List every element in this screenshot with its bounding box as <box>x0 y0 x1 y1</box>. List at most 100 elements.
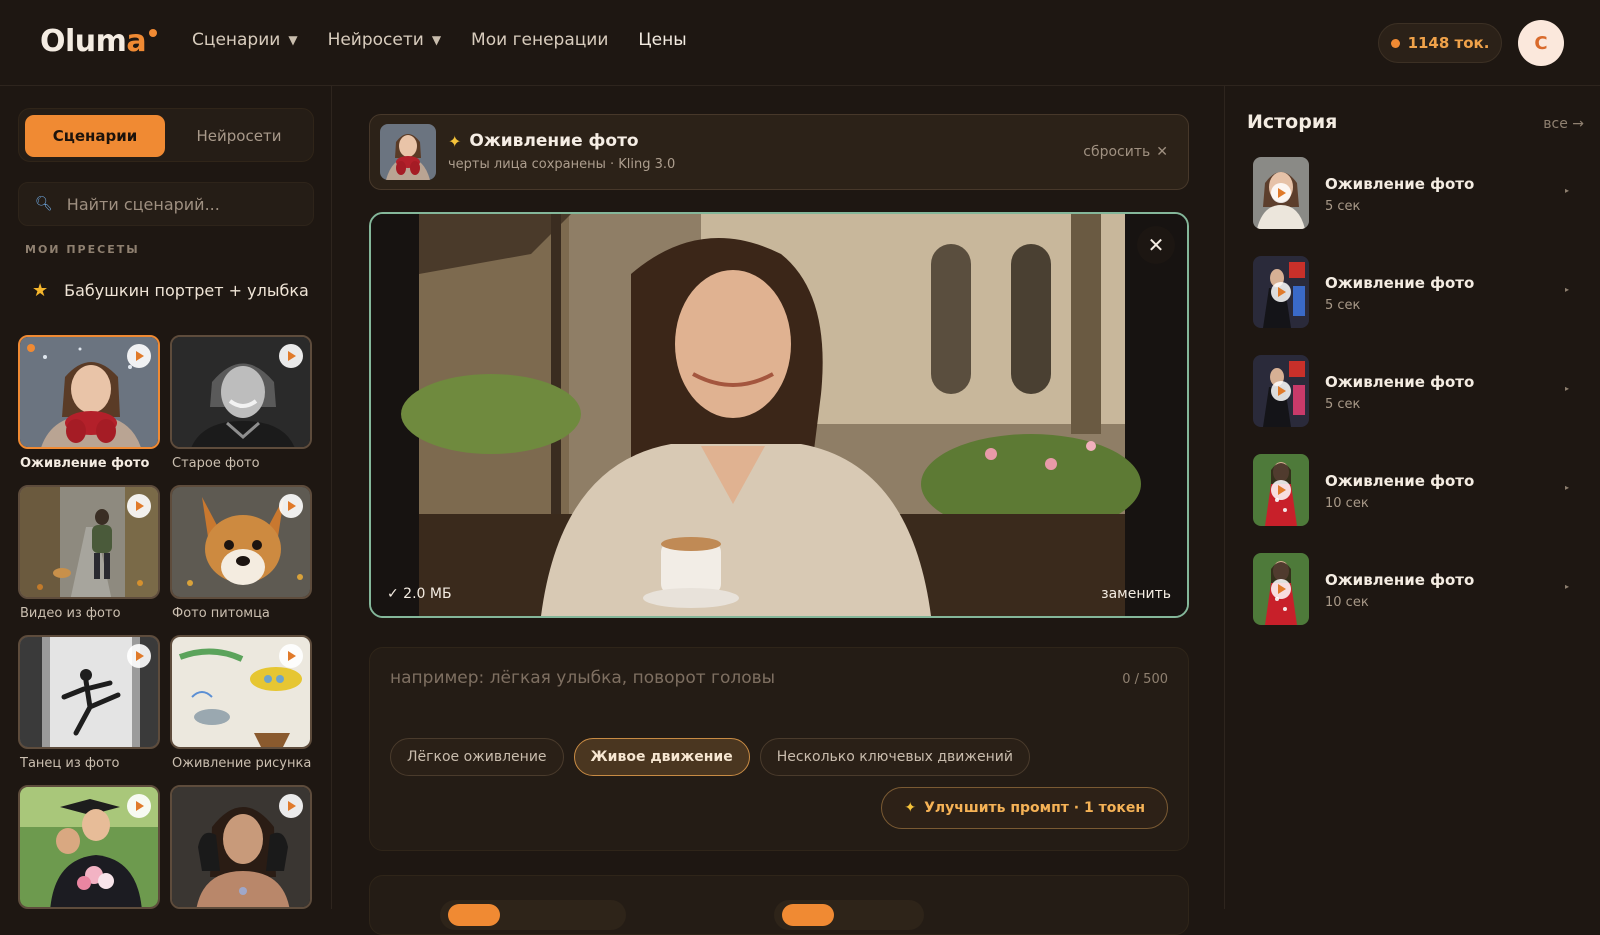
close-icon: ✕ <box>1156 144 1168 160</box>
history-item-duration: 5 сек <box>1325 298 1361 313</box>
replace-photo-button[interactable]: заменить <box>1101 586 1171 602</box>
top-bar: Oluma Сценарии ▼ Нейросети ▼ Мои генерации… <box>0 0 1600 86</box>
remove-photo-button[interactable]: ✕ <box>1137 226 1175 264</box>
token-dot-icon <box>1390 38 1400 48</box>
token-balance[interactable]: 1148 ток. <box>1378 23 1502 63</box>
star-icon: ★ <box>32 280 49 301</box>
sidebar: Сценарии Нейросети 🔍︎ МОИ ПРЕСЕТЫ ★ Бабу… <box>0 86 332 909</box>
sparkle-icon: ✦ <box>448 131 462 151</box>
option-pill[interactable] <box>774 900 924 930</box>
prompt-input[interactable] <box>390 668 1070 698</box>
play-icon[interactable] <box>279 644 303 668</box>
option-pill[interactable] <box>440 900 626 930</box>
chevron-right-icon: ▸ <box>1564 384 1569 393</box>
improve-prompt-button[interactable]: ✦ Улучшить промпт · 1 токен <box>881 787 1168 829</box>
history-all-link[interactable]: все → <box>1543 116 1584 132</box>
sidebar-tabs: Сценарии Нейросети <box>18 108 314 162</box>
history-item[interactable]: Оживление фото 5 сек ▸ <box>1253 157 1589 229</box>
search-input[interactable] <box>66 194 297 214</box>
history-item-name: Оживление фото <box>1325 373 1475 391</box>
tile-label: Старое фото <box>172 456 260 471</box>
history-item[interactable]: Оживление фото 5 сек ▸ <box>1253 256 1589 328</box>
scenario-tile-old-photo[interactable] <box>170 335 312 449</box>
history-item-duration: 5 сек <box>1325 397 1361 412</box>
scenario-tile-graduation[interactable] <box>18 785 160 909</box>
main-panel: ✦ Оживление фото черты лица сохранены · K… <box>332 86 1224 935</box>
history-item-duration: 10 сек <box>1325 595 1369 610</box>
history-item[interactable]: Оживление фото 10 сек ▸ <box>1253 454 1589 526</box>
history-thumbnail <box>1253 355 1309 427</box>
scenario-search: 🔍︎ <box>18 182 314 226</box>
play-icon[interactable] <box>127 344 151 368</box>
play-icon[interactable] <box>279 494 303 518</box>
history-thumbnail <box>1253 256 1309 328</box>
play-icon <box>1271 480 1291 500</box>
chevron-right-icon: ▸ <box>1564 582 1569 591</box>
history-item-duration: 5 сек <box>1325 199 1361 214</box>
user-avatar[interactable]: С <box>1518 20 1564 66</box>
scenario-tile-dance-from-photo[interactable] <box>18 635 160 749</box>
tile-label: Фото питомца <box>172 606 270 621</box>
settings-card <box>369 875 1189 935</box>
logo[interactable]: Oluma <box>40 24 147 59</box>
caret-down-icon: ▼ <box>288 33 298 47</box>
active-dot-icon <box>27 344 35 352</box>
tab-scenarios[interactable]: Сценарии <box>25 115 165 157</box>
play-icon[interactable] <box>127 794 151 818</box>
chevron-right-icon: ▸ <box>1564 285 1569 294</box>
play-icon <box>1271 579 1291 599</box>
play-icon <box>1271 381 1291 401</box>
option-highlight <box>782 904 834 926</box>
chip-live-motion[interactable]: Живое движение <box>573 738 750 776</box>
history-item[interactable]: Оживление фото 5 сек ▸ <box>1253 355 1589 427</box>
uploaded-photo <box>371 214 1187 616</box>
history-panel: История все → Оживление фото 5 сек ▸ Ожи… <box>1224 86 1600 909</box>
play-icon[interactable] <box>279 794 303 818</box>
caret-down-icon: ▼ <box>431 33 442 47</box>
scenario-subtitle: черты лица сохранены · Kling 3.0 <box>448 157 676 172</box>
chip-key-motions[interactable]: Несколько ключевых движений <box>759 738 1030 776</box>
nav-my-generations[interactable]: Мои генерации <box>471 30 608 50</box>
history-thumbnail <box>1253 157 1309 229</box>
preset-item[interactable]: ★ Бабушкин портрет + улыбка <box>32 280 309 301</box>
motion-chips: Лёгкое оживление Живое движение Нескольк… <box>390 738 1030 776</box>
logo-dot <box>149 29 157 37</box>
tile-label: Танец из фото <box>20 756 120 771</box>
play-icon[interactable] <box>127 494 151 518</box>
history-item[interactable]: Оживление фото 10 сек ▸ <box>1253 553 1589 625</box>
selected-scenario-card: ✦ Оживление фото черты лица сохранены · K… <box>369 114 1189 190</box>
reset-button[interactable]: сбросить ✕ <box>1083 144 1168 160</box>
search-icon: 🔍︎ <box>35 196 53 212</box>
history-item-name: Оживление фото <box>1325 571 1475 589</box>
chevron-right-icon: ▸ <box>1564 186 1569 195</box>
scenario-tile-video-from-photo[interactable] <box>18 485 160 599</box>
play-icon <box>1271 183 1291 203</box>
play-icon[interactable] <box>127 644 151 668</box>
scenario-tile-pet-photo[interactable] <box>170 485 312 599</box>
history-thumbnail <box>1253 553 1309 625</box>
chip-light-animation[interactable]: Лёгкое оживление <box>390 738 564 776</box>
play-icon[interactable] <box>279 344 303 368</box>
scenario-tile-photo-animation[interactable] <box>18 335 160 449</box>
chevron-right-icon: ▸ <box>1564 483 1569 492</box>
tile-label: Оживление фото <box>20 456 150 471</box>
main-nav: Сценарии ▼ Нейросети ▼ Мои генерации Цены <box>192 30 687 50</box>
tile-label: Видео из фото <box>20 606 121 621</box>
tab-neural-networks[interactable]: Нейросети <box>169 115 309 157</box>
history-item-name: Оживление фото <box>1325 274 1475 292</box>
history-item-duration: 10 сек <box>1325 496 1369 511</box>
nav-neural-networks[interactable]: Нейросети ▼ <box>328 30 441 50</box>
char-counter: 0 / 500 <box>1122 672 1168 687</box>
sparkle-icon: ✦ <box>904 800 917 816</box>
scenario-tile-portrait[interactable] <box>170 785 312 909</box>
scenario-thumbnail-image <box>380 124 436 180</box>
nav-scenarios[interactable]: Сценарии ▼ <box>192 30 298 50</box>
uploaded-photo-preview: ✕ ✓ 2.0 МБ заменить <box>369 212 1189 618</box>
history-item-name: Оживление фото <box>1325 175 1475 193</box>
scenario-tile-drawing-animation[interactable] <box>170 635 312 749</box>
scenario-thumbnail <box>380 124 436 180</box>
prompt-panel: 0 / 500 Лёгкое оживление Живое движение … <box>369 647 1189 851</box>
nav-prices[interactable]: Цены <box>638 30 686 50</box>
play-icon <box>1271 282 1291 302</box>
history-thumbnail <box>1253 454 1309 526</box>
